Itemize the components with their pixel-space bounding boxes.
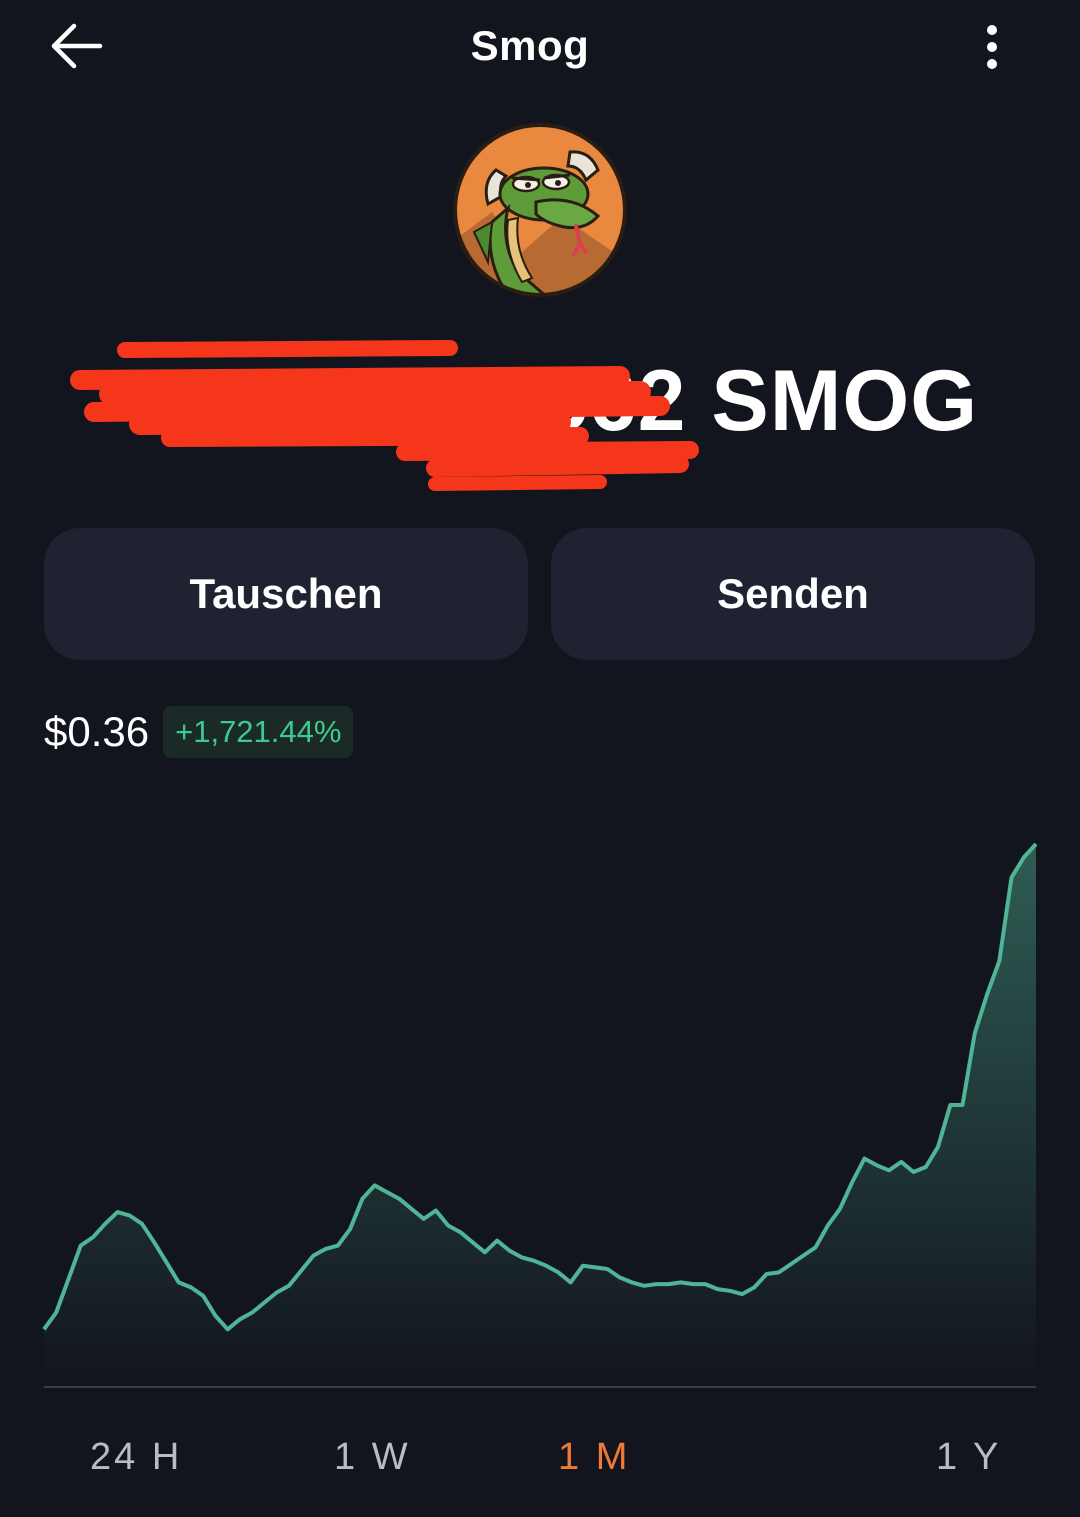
page-title: Smog <box>470 22 590 69</box>
range-tab-1y[interactable]: 1 Y <box>936 1436 1001 1479</box>
more-vertical-icon <box>987 25 997 69</box>
price-change-badge: +1,721.44% <box>163 706 354 758</box>
range-tab-1m[interactable]: 1 M <box>558 1436 630 1479</box>
swap-button[interactable]: Tauschen <box>44 528 528 660</box>
range-tab-24h[interactable]: 24 H <box>90 1436 182 1479</box>
more-options-button[interactable] <box>968 20 1016 76</box>
current-price: $0.36 <box>44 708 150 755</box>
range-tab-1w[interactable]: 1 W <box>334 1436 411 1479</box>
token-balance: 562 SMOG <box>60 340 1020 500</box>
token-avatar <box>452 122 628 298</box>
smog-dragon-avatar-icon <box>453 123 627 297</box>
price-row: $0.36 +1,721.44% <box>44 704 354 760</box>
time-range-tabs: 24 H 1 W 1 M 1 Y <box>0 1436 1080 1492</box>
price-chart[interactable] <box>0 780 1080 1400</box>
redaction-scribble <box>70 340 699 491</box>
chart-area-fill <box>44 844 1036 1380</box>
top-bar: Smog <box>0 0 1080 96</box>
send-button[interactable]: Senden <box>551 528 1035 660</box>
